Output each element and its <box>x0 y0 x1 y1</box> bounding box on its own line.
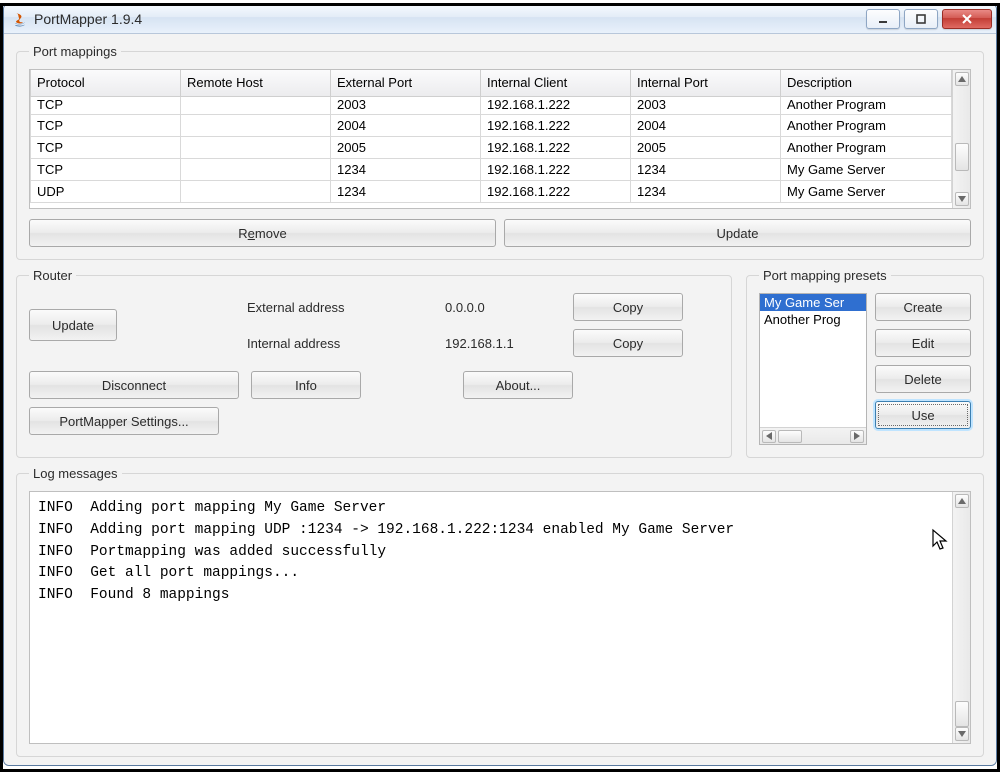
table-cell[interactable]: My Game Server <box>781 180 952 202</box>
table-cell[interactable]: 1234 <box>631 158 781 180</box>
table-cell[interactable]: 192.168.1.222 <box>481 114 631 136</box>
router-grid: External address 0.0.0.0 Copy Update Int… <box>29 293 719 357</box>
delete-preset-button[interactable]: Delete <box>875 365 971 393</box>
app-window: PortMapper 1.9.4 Port mappings <box>3 3 997 766</box>
router-buttons-row2: PortMapper Settings... <box>29 407 719 435</box>
scroll-thumb[interactable] <box>955 143 969 171</box>
info-button[interactable]: Info <box>251 371 361 399</box>
table-cell[interactable]: 1234 <box>331 158 481 180</box>
table-cell[interactable] <box>181 114 331 136</box>
preset-buttons: Create Edit Delete Use <box>875 293 971 445</box>
table-cell[interactable]: UDP <box>31 180 181 202</box>
scroll-right-icon[interactable] <box>850 430 864 443</box>
scroll-up-icon[interactable] <box>955 494 969 508</box>
use-preset-button[interactable]: Use <box>875 401 971 429</box>
scroll-left-icon[interactable] <box>762 430 776 443</box>
presets-body: My Game Ser Another Prog Create Edit <box>759 293 971 445</box>
internal-address-value: 192.168.1.1 <box>445 336 565 351</box>
internal-address-label: Internal address <box>247 336 437 351</box>
router-group: Router External address 0.0.0.0 Copy Upd… <box>16 268 732 458</box>
table-cell[interactable] <box>181 180 331 202</box>
table-cell[interactable]: TCP <box>31 158 181 180</box>
window-buttons <box>862 9 992 29</box>
table-cell[interactable]: 2004 <box>631 114 781 136</box>
table-row[interactable]: UDP1234192.168.1.2221234My Game Server <box>31 180 952 202</box>
col-description[interactable]: Description <box>781 70 952 96</box>
copy-external-button[interactable]: Copy <box>573 293 683 321</box>
presets-hscroll[interactable] <box>760 427 866 444</box>
client-area: Port mappings Protocol Remote Host Exter… <box>4 34 996 765</box>
copy-internal-button[interactable]: Copy <box>573 329 683 357</box>
table-cell[interactable]: 1234 <box>631 180 781 202</box>
log-group: Log messages INFO Adding port mapping My… <box>16 466 984 757</box>
col-internal-client[interactable]: Internal Client <box>481 70 631 96</box>
mappings-legend: Port mappings <box>29 44 121 59</box>
log-scrollbar[interactable] <box>952 492 970 743</box>
col-remote-host[interactable]: Remote Host <box>181 70 331 96</box>
table-header-row: Protocol Remote Host External Port Inter… <box>31 70 952 96</box>
mappings-group: Port mappings Protocol Remote Host Exter… <box>16 44 984 260</box>
table-cell[interactable]: Another Program <box>781 114 952 136</box>
window-title: PortMapper 1.9.4 <box>34 11 856 27</box>
edit-preset-button[interactable]: Edit <box>875 329 971 357</box>
table-cell[interactable]: TCP <box>31 136 181 158</box>
col-protocol[interactable]: Protocol <box>31 70 181 96</box>
create-preset-button[interactable]: Create <box>875 293 971 321</box>
table-cell[interactable]: 2005 <box>631 136 781 158</box>
table-cell[interactable]: 2004 <box>331 114 481 136</box>
table-cell[interactable]: 192.168.1.222 <box>481 136 631 158</box>
presets-list[interactable]: My Game Ser Another Prog <box>760 294 866 427</box>
table-cell[interactable]: 192.168.1.222 <box>481 180 631 202</box>
presets-legend: Port mapping presets <box>759 268 891 283</box>
disconnect-button[interactable]: Disconnect <box>29 371 239 399</box>
log-wrap: INFO Adding port mapping My Game Server … <box>29 491 971 744</box>
table-cell[interactable] <box>181 158 331 180</box>
preset-item[interactable]: My Game Ser <box>760 294 866 311</box>
maximize-button[interactable] <box>904 9 938 29</box>
table-cell[interactable] <box>181 136 331 158</box>
router-buttons-row1: Disconnect Info About... <box>29 371 719 399</box>
close-button[interactable] <box>942 9 992 29</box>
table-cell[interactable]: Another Program <box>781 136 952 158</box>
update-router-button[interactable]: Update <box>29 309 117 341</box>
scroll-up-icon[interactable] <box>955 72 969 86</box>
scroll-thumb[interactable] <box>955 701 969 727</box>
router-legend: Router <box>29 268 76 283</box>
middle-row: Router External address 0.0.0.0 Copy Upd… <box>16 268 984 458</box>
hscroll-thumb[interactable] <box>778 430 802 443</box>
table-cell[interactable]: 1234 <box>331 180 481 202</box>
java-icon <box>12 11 28 27</box>
preset-item[interactable]: Another Prog <box>760 311 866 328</box>
titlebar[interactable]: PortMapper 1.9.4 <box>4 4 996 34</box>
mappings-table: Protocol Remote Host External Port Inter… <box>30 70 952 203</box>
table-row[interactable]: TCP2005192.168.1.2222005Another Program <box>31 136 952 158</box>
about-button[interactable]: About... <box>463 371 573 399</box>
settings-button[interactable]: PortMapper Settings... <box>29 407 219 435</box>
table-row[interactable]: TCP2004192.168.1.2222004Another Program <box>31 114 952 136</box>
log-textarea[interactable]: INFO Adding port mapping My Game Server … <box>30 492 952 743</box>
log-legend: Log messages <box>29 466 122 481</box>
col-internal-port[interactable]: Internal Port <box>631 70 781 96</box>
table-cell[interactable]: TCP <box>31 114 181 136</box>
mappings-table-scroll[interactable]: Protocol Remote Host External Port Inter… <box>30 70 952 208</box>
presets-group: Port mapping presets My Game Ser Another… <box>746 268 984 458</box>
mappings-table-wrap: Protocol Remote Host External Port Inter… <box>29 69 971 209</box>
table-cell[interactable]: My Game Server <box>781 158 952 180</box>
table-row[interactable]: TCP2003192.168.1.2222003Another Program <box>31 96 952 114</box>
remove-button[interactable]: Remove <box>29 219 496 247</box>
presets-list-wrap: My Game Ser Another Prog <box>759 293 867 445</box>
table-row[interactable]: TCP1234192.168.1.2221234My Game Server <box>31 158 952 180</box>
external-address-value: 0.0.0.0 <box>445 300 565 315</box>
scroll-down-icon[interactable] <box>955 192 969 206</box>
table-scrollbar[interactable] <box>952 70 970 208</box>
table-cell[interactable]: 192.168.1.222 <box>481 158 631 180</box>
external-address-label: External address <box>247 300 437 315</box>
update-mappings-button[interactable]: Update <box>504 219 971 247</box>
scroll-down-icon[interactable] <box>955 727 969 741</box>
minimize-button[interactable] <box>866 9 900 29</box>
mappings-buttons: Remove Update <box>29 219 971 247</box>
table-cell[interactable]: 2005 <box>331 136 481 158</box>
col-external-port[interactable]: External Port <box>331 70 481 96</box>
